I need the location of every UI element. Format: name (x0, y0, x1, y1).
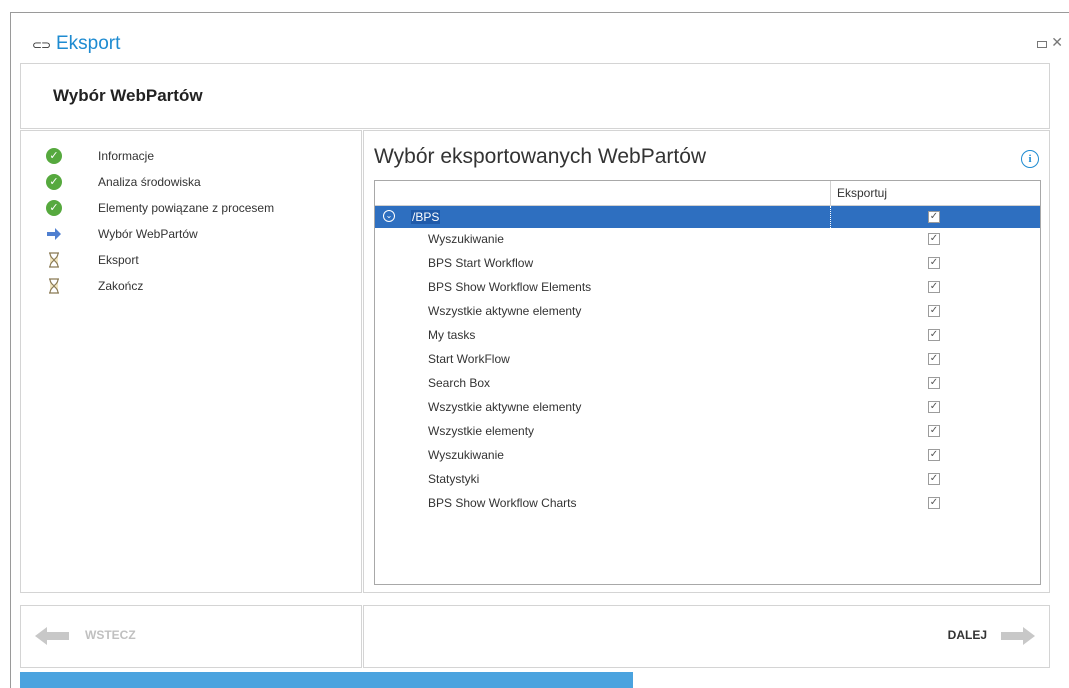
check-icon: ✓ (46, 174, 62, 190)
export-checkbox[interactable]: ✓ (928, 329, 940, 341)
grid-header: Eksportuj (375, 181, 1040, 206)
row-name: Search Box (428, 376, 491, 390)
arrow-left-icon (35, 627, 69, 645)
export-checkbox[interactable]: ✓ (928, 473, 940, 485)
table-row[interactable]: Search Box ✓ (375, 372, 1040, 396)
arrow-right-icon (1001, 627, 1035, 645)
collapse-icon[interactable]: ⌄ (383, 210, 395, 222)
content-title: Wybór eksportowanych WebPartów (374, 145, 707, 168)
table-row[interactable]: Wszystkie elementy ✓ (375, 420, 1040, 444)
window-title: Eksport (56, 33, 121, 54)
column-separator (830, 206, 831, 228)
column-header-eksportuj[interactable]: Eksportuj (837, 186, 887, 200)
export-checkbox[interactable]: ✓ (928, 377, 940, 389)
export-checkbox[interactable]: ✓ (928, 281, 940, 293)
row-name: BPS Start Workflow (428, 256, 534, 270)
table-row[interactable]: BPS Show Workflow Charts ✓ (375, 492, 1040, 516)
row-name: Wyszukiwanie (428, 448, 504, 462)
row-name: Wyszukiwanie (428, 232, 504, 246)
close-icon[interactable]: ✕ (1051, 35, 1063, 51)
next-button[interactable]: DALEJ (905, 624, 1035, 648)
content-panel: Wybór eksportowanych WebPartów i Eksport… (363, 130, 1050, 593)
row-name: BPS Show Workflow Charts (428, 496, 577, 510)
column-separator (830, 181, 831, 205)
table-row[interactable]: BPS Show Workflow Elements ✓ (375, 276, 1040, 300)
tree-root-row[interactable]: ⌄ /BPS ✓ (375, 206, 1040, 228)
step-wybor-webpartow: Wybór WebPartów (46, 224, 346, 246)
export-checkbox[interactable]: ✓ (928, 257, 940, 269)
step-zakoncz: Zakończ (46, 276, 346, 298)
step-label: Informacje (98, 149, 155, 163)
row-name: BPS Show Workflow Elements (428, 280, 592, 294)
page-title: Wybór WebPartów (53, 86, 203, 105)
step-label: Zakończ (98, 279, 144, 293)
export-checkbox[interactable]: ✓ (928, 425, 940, 437)
row-name: Statystyki (428, 472, 480, 486)
info-icon[interactable]: i (1021, 150, 1039, 168)
table-row[interactable]: My tasks ✓ (375, 324, 1040, 348)
step-informacje: ✓ Informacje (46, 146, 346, 168)
page-header: Wybór WebPartów (20, 63, 1050, 129)
nav-next-area: DALEJ (363, 605, 1050, 668)
row-name: /BPS (411, 210, 441, 224)
table-row[interactable]: Wszystkie aktywne elementy ✓ (375, 396, 1040, 420)
maximize-icon[interactable] (1037, 41, 1047, 48)
next-button-label: DALEJ (947, 628, 987, 642)
row-name: My tasks (428, 328, 476, 342)
step-label: Elementy powiązane z procesem (98, 201, 275, 215)
link-icon: ⊂⊃ (32, 38, 51, 52)
export-checkbox[interactable]: ✓ (928, 449, 940, 461)
step-eksport: Eksport (46, 250, 346, 272)
step-analiza: ✓ Analiza środowiska (46, 172, 346, 194)
export-checkbox[interactable]: ✓ (928, 305, 940, 317)
row-name: Wszystkie elementy (428, 424, 535, 438)
table-row[interactable]: Wyszukiwanie ✓ (375, 228, 1040, 252)
export-checkbox[interactable]: ✓ (928, 497, 940, 509)
step-label: Eksport (98, 253, 139, 267)
table-row[interactable]: Wyszukiwanie ✓ (375, 444, 1040, 468)
row-name: Wszystkie aktywne elementy (428, 304, 582, 318)
row-name: Start WorkFlow (428, 352, 510, 366)
steps-panel: ✓ Informacje ✓ Analiza środowiska ✓ Elem… (20, 130, 362, 593)
export-checkbox[interactable]: ✓ (928, 211, 940, 223)
nav-back-area: WSTECZ (20, 605, 362, 668)
webparts-grid: Eksportuj ⌄ /BPS ✓ Wyszukiwanie ✓ BPS St… (374, 180, 1041, 585)
export-checkbox[interactable]: ✓ (928, 401, 940, 413)
table-row[interactable]: Wszystkie aktywne elementy ✓ (375, 300, 1040, 324)
row-name: Wszystkie aktywne elementy (428, 400, 582, 414)
step-label: Analiza środowiska (98, 175, 201, 189)
table-row[interactable]: Statystyki ✓ (375, 468, 1040, 492)
export-checkbox[interactable]: ✓ (928, 233, 940, 245)
progress-bar (20, 672, 1050, 688)
hourglass-icon (49, 278, 59, 294)
table-row[interactable]: BPS Start Workflow ✓ (375, 252, 1040, 276)
step-elementy: ✓ Elementy powiązane z procesem (46, 198, 346, 220)
step-label: Wybór WebPartów (98, 227, 198, 241)
arrow-right-icon (47, 228, 61, 240)
progress-fill (20, 672, 633, 688)
table-row[interactable]: Start WorkFlow ✓ (375, 348, 1040, 372)
hourglass-icon (49, 252, 59, 268)
back-button[interactable]: WSTECZ (35, 624, 195, 648)
back-button-label: WSTECZ (85, 628, 136, 642)
check-icon: ✓ (46, 148, 62, 164)
check-icon: ✓ (46, 200, 62, 216)
export-checkbox[interactable]: ✓ (928, 353, 940, 365)
